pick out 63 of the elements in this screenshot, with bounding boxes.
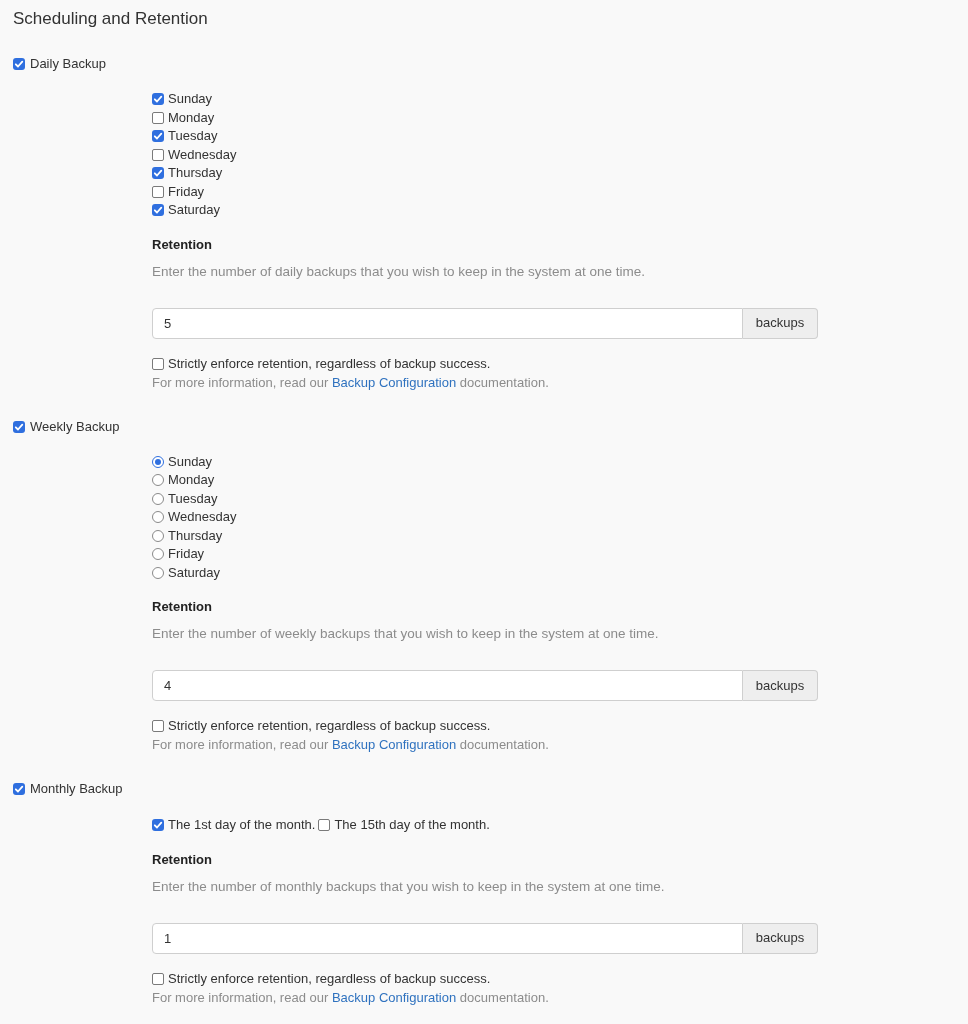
- radio-button[interactable]: [152, 566, 164, 579]
- enforce-checkbox[interactable]: [152, 720, 164, 732]
- radio-button[interactable]: [152, 455, 164, 468]
- enforce-label: Strictly enforce retention, regardless of backup success.: [168, 969, 491, 988]
- option-label: Monday: [168, 471, 215, 490]
- option-label: Tuesday: [168, 127, 218, 146]
- option-checkbox[interactable]: [152, 204, 164, 217]
- retention-input[interactable]: 5: [152, 307, 743, 339]
- option-label: Sunday: [168, 452, 213, 471]
- option-label: Thursday: [168, 164, 223, 183]
- unit-addon: backups: [743, 670, 818, 701]
- section-checkbox[interactable]: [13, 58, 25, 70]
- enforce-label: Strictly enforce retention, regardless of backup success.: [168, 717, 491, 735]
- info-text: For more information, read our Backup Configuration documentation.: [152, 373, 549, 392]
- option-label: The 1st day of the month.: [168, 816, 316, 835]
- option-checkbox[interactable]: [152, 148, 164, 161]
- section-label: Monthly Backup: [30, 780, 123, 798]
- radio-button[interactable]: [152, 511, 164, 524]
- retention-heading: Retention: [152, 598, 212, 616]
- option-checkbox[interactable]: [152, 819, 164, 832]
- radio-button[interactable]: [152, 474, 164, 487]
- option-checkbox[interactable]: [152, 111, 164, 124]
- info-text: For more information, read our Backup Configuration documentation.: [152, 736, 549, 754]
- option-label: Friday: [168, 182, 205, 201]
- section-label: Daily Backup: [30, 55, 106, 73]
- radio-button[interactable]: [152, 492, 164, 505]
- documentation-link[interactable]: Backup Configuration: [331, 374, 457, 390]
- section-checkbox[interactable]: [13, 783, 25, 795]
- option-label: The 15th day of the month.: [334, 816, 490, 835]
- retention-help-text: Enter the number of daily backups that you wish to keep in the system at one time.: [152, 262, 645, 281]
- option-label: Saturday: [168, 201, 221, 220]
- section-title: Scheduling and Retention: [13, 8, 208, 30]
- option-label: Monday: [168, 108, 215, 127]
- radio-button[interactable]: [152, 529, 164, 542]
- enforce-checkbox[interactable]: [152, 972, 164, 985]
- info-text: For more information, read our Backup Configuration documentation.: [152, 988, 549, 1007]
- option-checkbox[interactable]: [152, 130, 164, 143]
- section-label: Weekly Backup: [30, 417, 120, 436]
- option-label: Wednesday: [168, 508, 237, 527]
- enforce-label: Strictly enforce retention, regardless of backup success.: [168, 354, 491, 373]
- unit-addon: backups: [743, 307, 818, 339]
- retention-help-text: Enter the number of monthly backups that you wish to keep in the system at one time.: [152, 877, 665, 896]
- option-label: Sunday: [168, 90, 213, 109]
- retention-help-text: Enter the number of weekly backups that you wish to keep in the system at one time.: [152, 625, 659, 643]
- documentation-link[interactable]: Backup Configuration: [331, 989, 457, 1005]
- retention-input[interactable]: 4: [152, 670, 743, 701]
- option-label: Friday: [168, 545, 205, 564]
- option-checkbox[interactable]: [152, 167, 164, 180]
- option-label: Saturday: [168, 563, 221, 582]
- retention-heading: Retention: [152, 850, 212, 869]
- enforce-checkbox[interactable]: [152, 357, 164, 370]
- option-checkbox[interactable]: [152, 93, 164, 106]
- retention-input[interactable]: 1: [152, 922, 743, 954]
- documentation-link[interactable]: Backup Configuration: [331, 737, 457, 752]
- option-checkbox[interactable]: [318, 819, 331, 832]
- option-label: Wednesday: [168, 145, 237, 164]
- section-checkbox[interactable]: [13, 420, 25, 433]
- option-checkbox[interactable]: [152, 185, 164, 198]
- option-label: Thursday: [168, 526, 223, 545]
- retention-heading: Retention: [152, 235, 212, 254]
- radio-button[interactable]: [152, 548, 164, 561]
- option-label: Tuesday: [168, 489, 218, 508]
- unit-addon: backups: [743, 922, 818, 954]
